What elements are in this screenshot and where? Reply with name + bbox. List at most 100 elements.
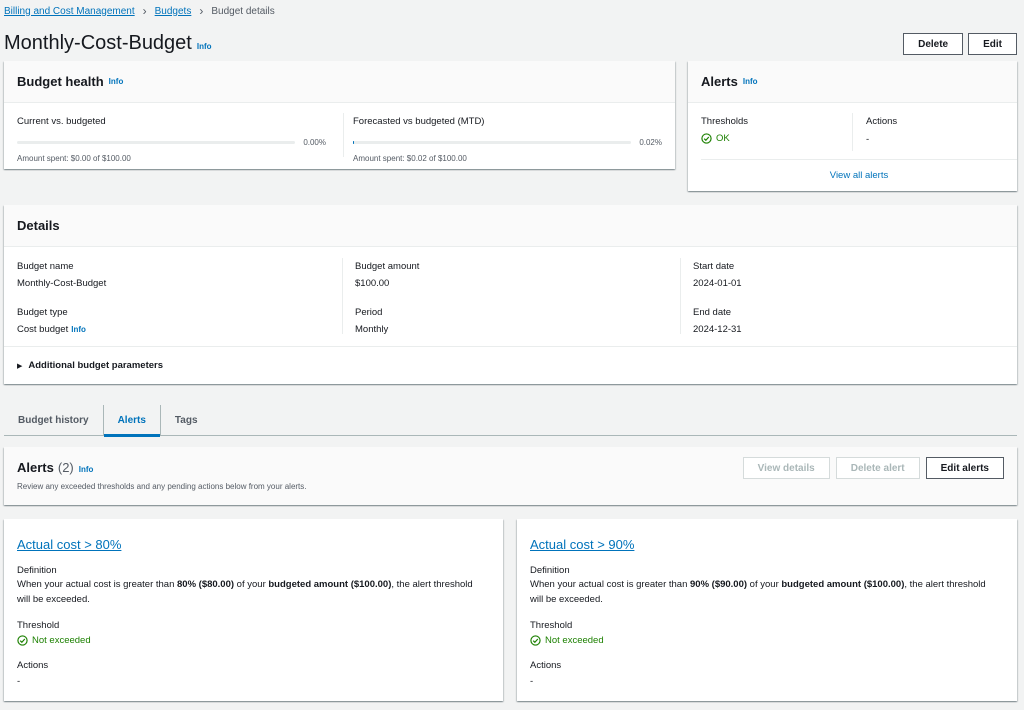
alerts-panel-title: Alerts <box>17 460 54 475</box>
page-info-link[interactable]: Info <box>197 42 212 51</box>
forecasted-vs-budgeted: Forecasted vs budgeted (MTD) 0.02% Amoun… <box>353 116 662 163</box>
end-date-value: 2024-12-31 <box>693 324 742 335</box>
alerts-panel-description: Review any exceeded thresholds and any p… <box>17 482 307 491</box>
thresholds-value: OK <box>716 133 730 144</box>
breadcrumb-budgets-link[interactable]: Budgets <box>155 6 192 17</box>
start-date-label: Start date <box>693 261 735 272</box>
budget-name-value: Monthly-Cost-Budget <box>17 278 107 289</box>
alert-title-link[interactable]: Actual cost > 90% <box>530 537 634 552</box>
thresholds-label: Thresholds <box>701 116 748 127</box>
view-all-alerts-link[interactable]: View all alerts <box>830 170 888 181</box>
alerts-summary-header: Alerts Info <box>688 61 1017 103</box>
alerts-summary-title: Alerts <box>701 74 738 89</box>
thresholds-field: Thresholds OK <box>701 116 748 144</box>
chevron-right-icon: › <box>142 4 147 18</box>
actions-label: Actions <box>866 116 898 127</box>
additional-parameters-label: Additional budget parameters <box>28 360 163 371</box>
alert-card-80: Actual cost > 80% Definition When your a… <box>4 519 503 701</box>
alert-actions-value: - <box>530 676 534 687</box>
details-header: Details <box>4 205 1017 247</box>
alert-card-90: Actual cost > 90% Definition When your a… <box>517 519 1017 701</box>
view-details-button[interactable]: View details <box>742 457 830 479</box>
current-progress-bar <box>17 141 296 144</box>
tab-tags[interactable]: Tags <box>161 405 212 435</box>
health-divider <box>343 113 344 157</box>
current-vs-budgeted: Current vs. budgeted 0.00% Amount spent:… <box>17 116 326 163</box>
alert-actions: Actions - <box>530 660 561 687</box>
thresholds-status: OK <box>701 133 748 144</box>
budget-type-value: Cost budget <box>17 324 69 335</box>
alert-actions-value: - <box>17 676 21 687</box>
details-card: Details Budget name Monthly-Cost-Budget … <box>4 205 1017 384</box>
alerts-panel-title-row: Alerts (2) Info <box>17 460 93 475</box>
alert-card-title-wrap: Actual cost > 90% <box>530 537 634 552</box>
alert-definition: Definition When your actual cost is grea… <box>530 565 1000 607</box>
alerts-summary-divider <box>852 113 853 151</box>
forecast-progress-fill <box>353 141 355 144</box>
page-title: Monthly-Cost-Budget <box>4 32 192 54</box>
delete-alert-button[interactable]: Delete alert <box>835 457 920 479</box>
tab-bar: Budget history Alerts Tags <box>4 405 1017 437</box>
definition-label: Definition <box>530 565 570 576</box>
alerts-panel-info-link[interactable]: Info <box>79 465 94 474</box>
details-col-1: Budget name Monthly-Cost-Budget Budget t… <box>17 261 106 335</box>
threshold-label: Threshold <box>17 620 60 631</box>
details-divider-2 <box>680 258 681 334</box>
threshold-status: Not exceeded <box>17 635 91 646</box>
budget-health-info-link[interactable]: Info <box>109 77 124 86</box>
check-circle-icon <box>17 635 28 646</box>
alert-actions-label: Actions <box>530 660 562 671</box>
alert-threshold: Threshold Not exceeded <box>17 620 91 646</box>
additional-parameters-toggle[interactable]: ▶ Additional budget parameters <box>4 346 1017 384</box>
delete-button[interactable]: Delete <box>903 33 964 55</box>
threshold-status: Not exceeded <box>530 635 604 646</box>
end-date-label: End date <box>693 307 732 318</box>
breadcrumb-billing-link[interactable]: Billing and Cost Management <box>4 6 135 17</box>
alerts-panel-header: Alerts (2) Info Review any exceeded thre… <box>4 447 1017 505</box>
edit-button[interactable]: Edit <box>968 33 1017 55</box>
alert-threshold: Threshold Not exceeded <box>530 620 604 646</box>
edit-alerts-button[interactable]: Edit alerts <box>925 457 1004 479</box>
forecasted-vs-budgeted-label: Forecasted vs budgeted (MTD) <box>353 116 485 127</box>
budget-health-header: Budget health Info <box>4 61 675 103</box>
alerts-summary-footer: View all alerts <box>701 159 1017 191</box>
current-amount-spent: Amount spent: $0.00 of $100.00 <box>17 154 131 163</box>
alerts-summary-card: Alerts Info Thresholds OK Actions - View… <box>688 61 1017 191</box>
actions-field: Actions - <box>866 116 897 145</box>
definition-label: Definition <box>17 565 57 576</box>
budget-type-info-link[interactable]: Info <box>71 325 86 334</box>
alert-definition: Definition When your actual cost is grea… <box>17 565 487 607</box>
alert-actions-label: Actions <box>17 660 49 671</box>
alert-actions: Actions - <box>17 660 48 687</box>
details-col-3: Start date 2024-01-01 End date 2024-12-3… <box>693 261 742 335</box>
check-circle-icon <box>701 133 712 144</box>
forecast-percent: 0.02% <box>639 138 662 147</box>
alert-title-link[interactable]: Actual cost > 80% <box>17 537 121 552</box>
budget-name-label: Budget name <box>17 261 74 272</box>
budget-health-title: Budget health <box>17 74 104 89</box>
period-label: Period <box>355 307 383 318</box>
budget-type-label: Budget type <box>17 307 68 318</box>
start-date-value: 2024-01-01 <box>693 278 742 289</box>
current-percent: 0.00% <box>303 138 326 147</box>
details-divider-1 <box>342 258 343 334</box>
caret-right-icon: ▶ <box>17 362 23 370</box>
alerts-panel-actions: View details Delete alert Edit alerts <box>742 457 1004 479</box>
budget-health-card: Budget health Info Current vs. budgeted … <box>4 61 675 169</box>
check-circle-icon <box>530 635 541 646</box>
budget-type-row: Cost budget Info <box>17 324 106 335</box>
definition-text: When your actual cost is greater than 80… <box>17 579 473 605</box>
alert-card-title-wrap: Actual cost > 80% <box>17 537 121 552</box>
definition-text: When your actual cost is greater than 90… <box>530 579 986 605</box>
forecast-progress-bar <box>353 141 632 144</box>
tab-budget-history[interactable]: Budget history <box>4 405 103 435</box>
alerts-summary-info-link[interactable]: Info <box>743 77 758 86</box>
actions-value: - <box>866 134 870 145</box>
period-value: Monthly <box>355 324 389 335</box>
threshold-value: Not exceeded <box>545 635 604 646</box>
page-actions: Delete Edit <box>903 33 1017 55</box>
forecast-amount-spent: Amount spent: $0.02 of $100.00 <box>353 154 467 163</box>
tab-alerts[interactable]: Alerts <box>103 405 161 437</box>
breadcrumb: Billing and Cost Management › Budgets › … <box>4 4 275 18</box>
threshold-value: Not exceeded <box>32 635 91 646</box>
